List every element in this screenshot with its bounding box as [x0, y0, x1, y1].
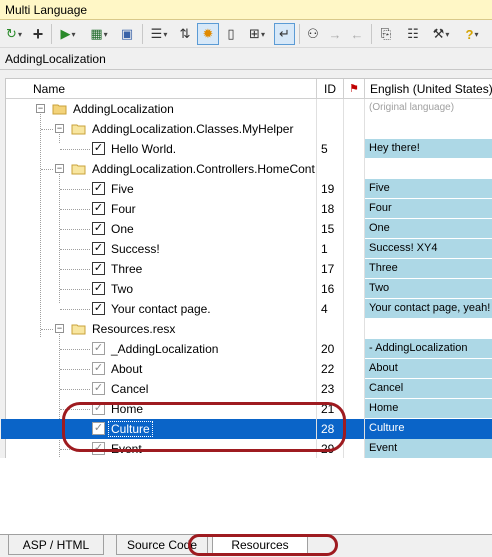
checkbox[interactable]: ✓ — [92, 142, 105, 155]
help-icon[interactable]: ? ▾ — [459, 23, 485, 45]
flag-icon: ⚑ — [349, 83, 359, 95]
add-icon[interactable]: + — [29, 23, 47, 45]
checkbox[interactable]: ✓ — [92, 262, 105, 275]
folder-icon — [71, 164, 86, 175]
tab-asp-html[interactable]: ASP / HTML — [8, 535, 104, 555]
tree-row-root[interactable]: − AddingLocalization (Original language) — [6, 99, 492, 119]
find-next-icon[interactable]: → — [325, 23, 345, 45]
column-header-english[interactable]: English (United States) — [365, 79, 492, 99]
outdent-icon[interactable]: ☰ ▾ — [146, 23, 172, 45]
sort-icon[interactable]: ⇅ — [175, 23, 195, 45]
folder-icon — [71, 124, 86, 135]
checkbox[interactable]: ✓ — [92, 362, 105, 375]
window-title: Multi Language — [0, 0, 492, 20]
tree-row-group[interactable]: − AddingLocalization.Controllers.HomeCon… — [6, 159, 492, 179]
collapse-icon[interactable]: − — [36, 104, 45, 113]
annotation-tab-ellipse — [188, 534, 338, 556]
tree-row-item[interactable]: ✓ Your contact page. 4 Your contact page,… — [6, 299, 492, 319]
tree-row-item[interactable]: ✓ Three 17 Three — [6, 259, 492, 279]
tools-icon[interactable]: ⚒ ▾ — [426, 23, 456, 45]
checkbox[interactable]: ✓ — [92, 342, 105, 355]
tree-row-item[interactable]: ✓ Hello World. 5 Hey there! — [6, 139, 492, 159]
tree-row-item[interactable]: ✓ One 15 One — [6, 219, 492, 239]
tree-row-item[interactable]: ✓ Four 18 Four — [6, 199, 492, 219]
checkbox[interactable]: ✓ — [92, 202, 105, 215]
tree-row-item[interactable]: ✓ Cancel 23 Cancel — [6, 379, 492, 399]
sun-icon[interactable]: ✹ — [197, 23, 219, 45]
tree-row-item[interactable]: ✓ Two 16 Two — [6, 279, 492, 299]
checkbox[interactable]: ✓ — [92, 242, 105, 255]
tree-row-item[interactable]: ✓ About 22 About — [6, 359, 492, 379]
folder-open-icon — [52, 104, 67, 115]
column-header-id[interactable]: ID — [317, 79, 344, 99]
collapse-icon[interactable]: − — [55, 324, 64, 333]
find-prev-icon[interactable]: ← — [347, 23, 367, 45]
grid-empty-area — [0, 458, 492, 534]
folder-icon — [71, 324, 86, 335]
binoculars-icon[interactable]: ⚇ — [303, 23, 323, 45]
tree-row-item[interactable]: ✓ Five 19 Five — [6, 179, 492, 199]
toolbar: ↻ ▾ + ▶ ▾ ▦ ▾ ▣ ☰ ▾ ⇅ ✹ ▯ ⊞ ▾ ↵ ⚇ → ← ⎘ ☷ ⚒ ▾ … — [0, 20, 492, 48]
checkbox[interactable]: ✓ — [92, 222, 105, 235]
column-header-flag[interactable]: ⚑ — [344, 79, 365, 99]
copy-icon[interactable]: ⎘ — [376, 23, 396, 45]
annotation-ellipse — [62, 402, 346, 452]
checkbox[interactable]: ✓ — [92, 282, 105, 295]
tree-row-group[interactable]: − AddingLocalization.Classes.MyHelper — [6, 119, 492, 139]
checkbox[interactable]: ✓ — [92, 182, 105, 195]
return-icon[interactable]: ↵ — [274, 23, 295, 45]
refresh-icon[interactable]: ↻ ▾ — [3, 23, 25, 45]
table-icon[interactable]: ▦ ▾ — [85, 23, 113, 45]
page-icon[interactable]: ▯ — [221, 23, 241, 45]
collapse-icon[interactable]: − — [55, 164, 64, 173]
breadcrumb: AddingLocalization — [0, 48, 492, 70]
tree-row-item[interactable]: ✓ _AddingLocalization 20 - AddingLocaliza… — [6, 339, 492, 359]
resource-grid: Name ID ⚑ English (United States) − Addi… — [1, 78, 492, 463]
tree-row-item[interactable]: ✓ Success! 1 Success! XY4 — [6, 239, 492, 259]
checkbox[interactable]: ✓ — [92, 382, 105, 395]
grid-header: Name ID ⚑ English (United States) — [6, 79, 492, 99]
grid-icon[interactable]: ⊞ ▾ — [243, 23, 271, 45]
column-header-name[interactable]: Name — [6, 79, 317, 99]
run-icon[interactable]: ▶ ▾ — [55, 23, 81, 45]
collapse-icon[interactable]: − — [55, 124, 64, 133]
properties-icon[interactable]: ☷ — [403, 23, 423, 45]
tree-row-group[interactable]: − Resources.resx — [6, 319, 492, 339]
dialog-icon[interactable]: ▣ — [117, 23, 137, 45]
checkbox[interactable]: ✓ — [92, 302, 105, 315]
